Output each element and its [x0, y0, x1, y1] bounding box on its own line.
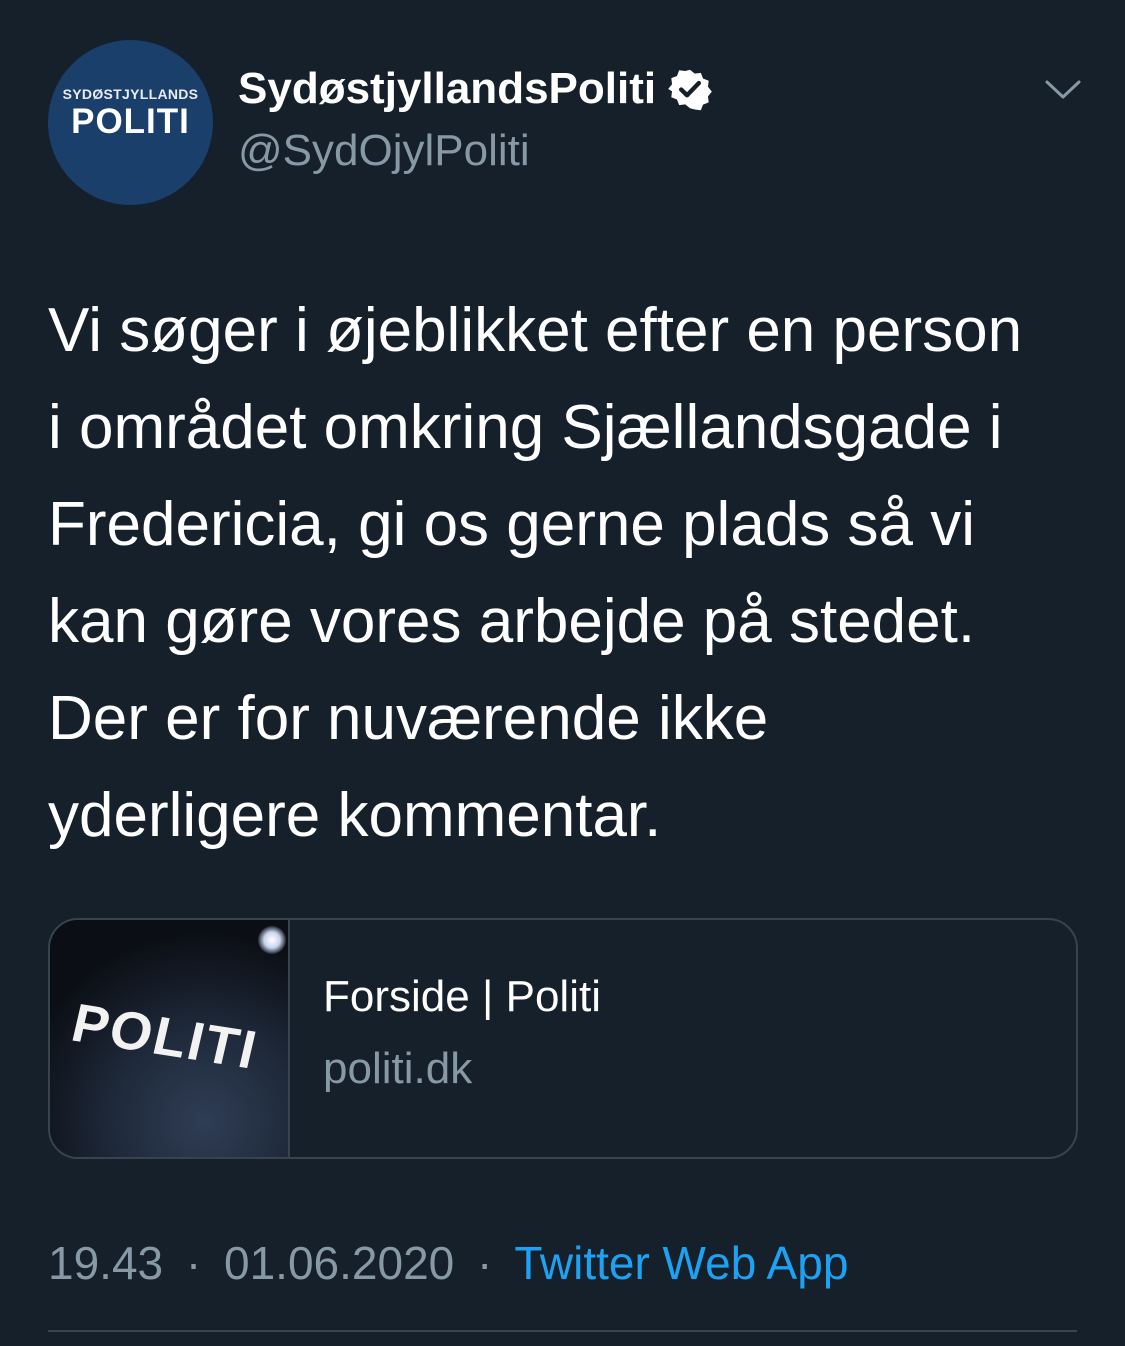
thumbnail-politi-text: POLITI — [66, 992, 264, 1081]
tweet-text: Vi søger i øjeblikket efter en person i … — [48, 282, 1088, 864]
tweet-source-link[interactable]: Twitter Web App — [514, 1237, 848, 1289]
tweet-text-line: Vi søger i øjeblikket efter en person — [48, 296, 1023, 365]
tweet-text-line: yderligere kommentar. — [48, 781, 662, 850]
author-handle[interactable]: @SydOjylPoliti — [238, 126, 530, 176]
author-name-text: SydøstjyllandsPoliti — [238, 64, 657, 113]
tweet-text-line: Der er for nuværende ikke — [48, 684, 769, 753]
meta-separator: · — [477, 1237, 493, 1289]
divider — [48, 1330, 1077, 1332]
author-avatar[interactable]: SYDØSTJYLLANDS POLITI — [48, 40, 213, 205]
link-card-title: Forside | Politi — [323, 972, 601, 1021]
tweet-text-line: kan gøre vores arbejde på stedet. — [48, 587, 976, 656]
tweet-meta: 19.43 · 01.06.2020 · Twitter Web App — [48, 1236, 848, 1290]
chevron-down-icon[interactable] — [1043, 78, 1083, 102]
link-card-domain: politi.dk — [323, 1044, 473, 1093]
tweet-date[interactable]: 01.06.2020 — [224, 1237, 454, 1289]
link-card-thumbnail: POLITI — [50, 920, 290, 1157]
tweet-time[interactable]: 19.43 — [48, 1237, 163, 1289]
meta-separator: · — [185, 1237, 202, 1289]
avatar-politi-text: POLITI — [71, 102, 190, 141]
thumbnail-light-glow — [258, 926, 286, 954]
avatar-region-text: SYDØSTJYLLANDS — [62, 86, 199, 102]
author-name[interactable]: SydøstjyllandsPoliti — [238, 64, 712, 114]
verified-badge-icon — [668, 69, 712, 111]
link-preview-card[interactable]: POLITI Forside | Politi politi.dk — [48, 918, 1078, 1159]
tweet-text-line: Fredericia, gi os gerne plads så vi — [48, 490, 976, 559]
tweet-text-line: i området omkring Sjællandsgade i — [48, 393, 1003, 462]
